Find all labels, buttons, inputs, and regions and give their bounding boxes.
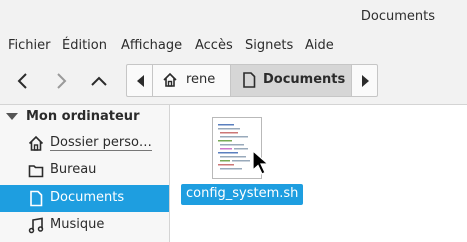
path-segment-label: rene — [186, 72, 216, 87]
chevron-left-icon — [17, 73, 27, 89]
document-icon — [243, 72, 256, 88]
forward-button[interactable] — [50, 70, 72, 92]
triangle-down-icon — [6, 113, 18, 120]
file-name-label: config_system.sh — [181, 184, 304, 205]
menu-fichier[interactable]: Fichier — [8, 38, 51, 53]
path-segment-label: Documents — [263, 72, 346, 87]
sidebar-item-label: Bureau — [50, 162, 97, 177]
mouse-cursor-icon — [252, 150, 270, 175]
document-icon — [30, 190, 43, 207]
sidebar-item-label: Dossier perso… — [50, 135, 152, 151]
path-segment-documents[interactable]: Documents — [231, 65, 352, 96]
menu-bar: Fichier Édition Affichage Accès Signets … — [0, 34, 467, 58]
sidebar-item-music[interactable]: Musique — [0, 212, 169, 239]
triangle-right-icon — [362, 75, 369, 87]
path-bar: rene Documents — [126, 64, 378, 97]
chevron-up-icon — [91, 76, 107, 86]
menu-signets[interactable]: Signets — [245, 38, 293, 53]
music-icon — [28, 217, 44, 234]
menu-aide[interactable]: Aide — [305, 38, 334, 53]
sidebar-item-label: Documents — [50, 190, 125, 205]
toolbar: rene Documents — [0, 58, 467, 104]
menu-edition[interactable]: Édition — [62, 38, 107, 53]
menu-affichage[interactable]: Affichage — [121, 38, 182, 53]
sidebar-item-label: Musique — [50, 217, 105, 232]
back-button[interactable] — [12, 70, 34, 92]
path-scroll-left-button[interactable] — [127, 65, 153, 96]
folder-icon — [28, 165, 44, 178]
triangle-left-icon — [137, 75, 144, 87]
menu-acces[interactable]: Accès — [195, 38, 233, 53]
up-button[interactable] — [88, 70, 110, 92]
path-scroll-right-button[interactable] — [352, 65, 377, 96]
file-view[interactable]: config_system.sh — [171, 105, 467, 242]
chevron-right-icon — [57, 73, 67, 89]
sidebar-item-desktop[interactable]: Bureau — [0, 157, 169, 184]
home-icon — [163, 72, 177, 87]
title-bar: Documents — [0, 0, 467, 34]
sidebar-item-documents[interactable]: Documents — [0, 185, 169, 212]
path-segment-home[interactable]: rene — [153, 65, 231, 96]
window-title: Documents — [360, 9, 435, 24]
sidebar-item-home[interactable]: Dossier perso… — [0, 130, 169, 157]
sidebar: Mon ordinateur Dossier perso… Bureau Doc… — [0, 105, 170, 242]
sidebar-section-label: Mon ordinateur — [26, 109, 140, 124]
home-icon — [28, 135, 44, 151]
